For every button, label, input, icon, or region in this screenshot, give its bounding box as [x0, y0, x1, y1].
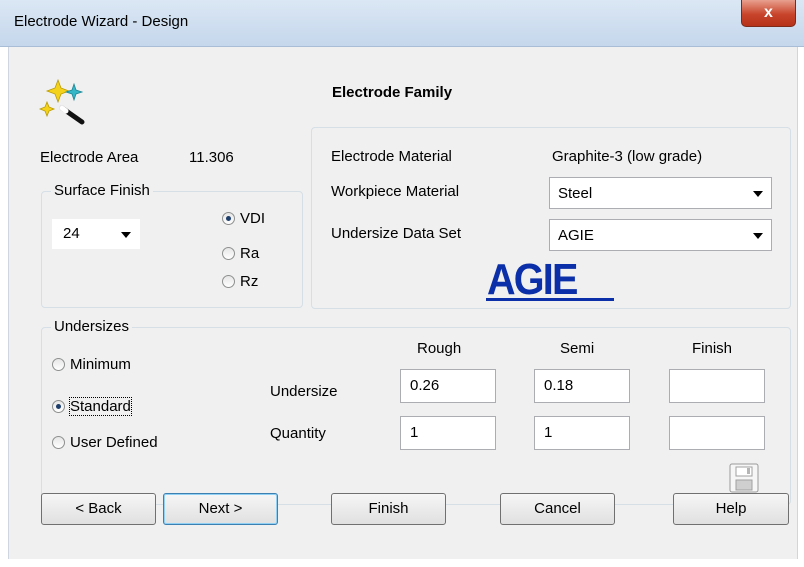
window-title: Electrode Wizard - Design	[14, 13, 189, 30]
radio-user-defined[interactable]: User Defined	[52, 434, 158, 451]
electrode-area-value: 11.306	[189, 149, 234, 166]
undersize-semi-value: 0.18	[544, 377, 574, 394]
radio-indicator	[52, 358, 65, 371]
help-button[interactable]: Help	[673, 493, 789, 525]
back-button[interactable]: < Back	[41, 493, 156, 525]
surface-finish-legend: Surface Finish	[51, 182, 153, 199]
quantity-finish-input[interactable]	[669, 416, 765, 450]
chevron-down-icon	[121, 232, 131, 238]
quantity-semi-input[interactable]: 1	[534, 416, 630, 450]
surface-finish-value: 24	[63, 225, 80, 242]
electrode-material-label: Electrode Material	[331, 148, 452, 165]
radio-vdi-label: VDI	[240, 210, 266, 227]
close-button[interactable]: x	[741, 0, 796, 27]
cancel-button[interactable]: Cancel	[500, 493, 615, 525]
chevron-down-icon	[753, 191, 763, 197]
undersize-data-set-select[interactable]: AGIE	[549, 219, 772, 251]
column-header-finish: Finish	[692, 340, 733, 357]
workpiece-material-select[interactable]: Steel	[549, 177, 772, 209]
column-header-rough: Rough	[417, 340, 462, 357]
column-header-semi: Semi	[560, 340, 595, 357]
sparkle-wand-icon	[38, 78, 88, 128]
save-icon[interactable]	[729, 463, 759, 493]
radio-standard[interactable]: Standard	[52, 397, 132, 416]
radio-vdi[interactable]: VDI	[222, 210, 265, 227]
title-bar: Electrode Wizard - Design x	[0, 0, 804, 47]
undersize-finish-input[interactable]	[669, 369, 765, 403]
radio-indicator	[52, 436, 65, 449]
radio-ra-label: Ra	[240, 245, 260, 262]
electrode-area-label: Electrode Area	[40, 149, 139, 166]
workpiece-material-value: Steel	[558, 185, 593, 202]
quantity-row-label: Quantity	[270, 425, 326, 442]
radio-user-defined-label: User Defined	[70, 434, 158, 451]
undersizes-legend: Undersizes	[51, 318, 133, 335]
undersize-semi-input[interactable]: 0.18	[534, 369, 630, 403]
undersize-data-set-value: AGIE	[558, 227, 594, 244]
next-button[interactable]: Next >	[163, 493, 278, 525]
radio-rz-label: Rz	[240, 273, 259, 290]
surface-finish-group	[41, 191, 303, 308]
quantity-rough-input[interactable]: 1	[400, 416, 496, 450]
undersize-data-set-label: Undersize Data Set	[331, 225, 462, 242]
radio-indicator	[222, 275, 235, 288]
electrode-material-value: Graphite-3 (low grade)	[552, 148, 703, 165]
undersize-rough-input[interactable]: 0.26	[400, 369, 496, 403]
radio-rz[interactable]: Rz	[222, 273, 258, 290]
workpiece-material-label: Workpiece Material	[331, 183, 460, 200]
radio-minimum[interactable]: Minimum	[52, 356, 131, 373]
undersize-rough-value: 0.26	[410, 377, 440, 394]
radio-indicator	[222, 212, 235, 225]
radio-indicator	[52, 400, 65, 413]
chevron-down-icon	[753, 233, 763, 239]
agie-logo-underline	[486, 298, 614, 301]
quantity-semi-value: 1	[544, 424, 553, 441]
radio-standard-label: Standard	[69, 397, 132, 416]
radio-indicator	[222, 247, 235, 260]
surface-finish-select[interactable]: 24	[52, 219, 140, 249]
radio-minimum-label: Minimum	[70, 356, 131, 373]
quantity-rough-value: 1	[410, 424, 419, 441]
undersize-row-label: Undersize	[270, 383, 338, 400]
finish-button[interactable]: Finish	[331, 493, 446, 525]
page-title: Electrode Family	[332, 84, 453, 101]
radio-ra[interactable]: Ra	[222, 245, 259, 262]
